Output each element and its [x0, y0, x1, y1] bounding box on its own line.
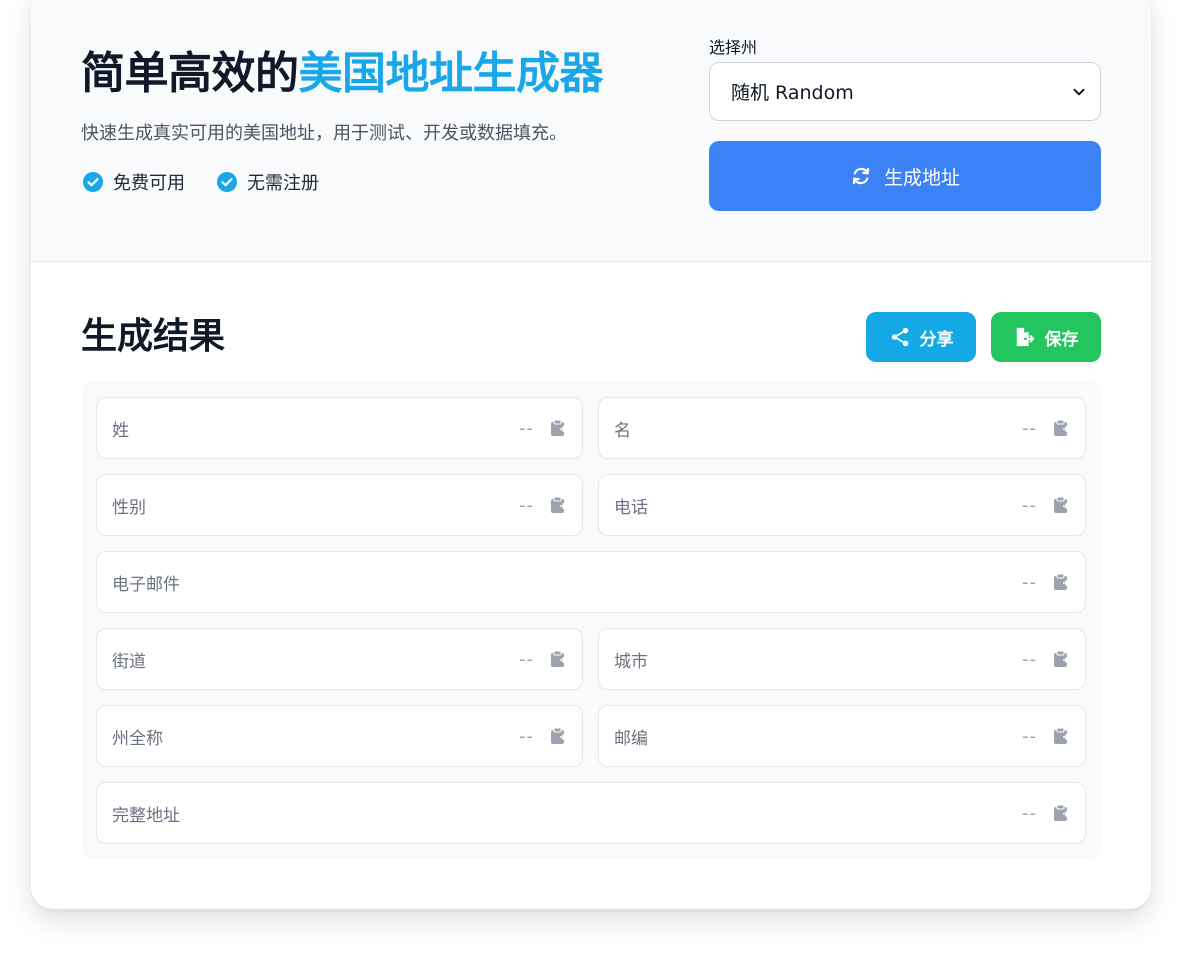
save-label: 保存 [1044, 329, 1079, 350]
generate-address-button[interactable]: 生成地址 [709, 141, 1101, 211]
file-export-icon [1016, 327, 1034, 347]
state-select[interactable]: 随机 Random [709, 62, 1101, 121]
save-button[interactable]: 保存 [991, 312, 1101, 362]
feature-item: 无需注册 [217, 169, 319, 195]
field-label: 完整地址 [112, 805, 180, 826]
copy-icon[interactable] [1053, 419, 1069, 437]
page-title: 简单高效的美国地址生成器 [81, 46, 603, 102]
field-value: -- [1022, 802, 1037, 824]
share-label: 分享 [919, 329, 954, 350]
field-value: -- [519, 494, 534, 516]
state-select-value: 随机 Random [731, 82, 854, 104]
field-value: -- [519, 648, 534, 670]
field-value: -- [1022, 648, 1037, 670]
state-select-label: 选择州 [709, 38, 758, 57]
copy-icon[interactable] [1053, 573, 1069, 591]
field-label: 电子邮件 [112, 574, 180, 595]
check-circle-icon [217, 172, 237, 192]
copy-icon[interactable] [1053, 804, 1069, 822]
copy-icon[interactable] [550, 496, 566, 514]
title-accent: 美国地址生成器 [298, 48, 604, 99]
copy-icon[interactable] [550, 419, 566, 437]
share-icon [891, 327, 908, 347]
share-button[interactable]: 分享 [866, 312, 976, 362]
generate-address-label: 生成地址 [883, 166, 960, 189]
field-value: -- [1022, 417, 1037, 439]
feature-item: 免费可用 [83, 169, 185, 195]
field-label: 性别 [112, 497, 146, 518]
field-label: 名 [614, 420, 631, 441]
feature-label: 无需注册 [247, 173, 319, 194]
generator-card: 简单高效的美国地址生成器 快速生成真实可用的美国地址，用于测试、开发或数据填充。… [31, 0, 1151, 909]
copy-icon[interactable] [550, 650, 566, 668]
field-state-full: 州全称 -- [96, 705, 583, 767]
field-gender: 性别 -- [96, 474, 583, 536]
field-first-name: 名 -- [598, 397, 1086, 459]
field-zip: 邮编 -- [598, 705, 1086, 767]
copy-icon[interactable] [550, 727, 566, 745]
field-label: 邮编 [614, 728, 648, 749]
hero-section: 简单高效的美国地址生成器 快速生成真实可用的美国地址，用于测试、开发或数据填充。… [31, 0, 1151, 262]
copy-icon[interactable] [1053, 496, 1069, 514]
copy-icon[interactable] [1053, 650, 1069, 668]
feature-label: 免费可用 [113, 173, 185, 194]
refresh-icon [852, 167, 870, 185]
feature-list: 免费可用 无需注册 [83, 169, 319, 195]
field-label: 街道 [112, 651, 146, 672]
field-label: 州全称 [112, 728, 163, 749]
title-plain: 简单高效的 [81, 48, 299, 99]
field-full-address: 完整地址 -- [96, 782, 1086, 844]
results-panel: 姓 -- 名 -- 性别 -- 电话 -- 电子邮件 -- 街道 -- 城市 -… [81, 382, 1101, 858]
field-value: -- [519, 725, 534, 747]
field-value: -- [1022, 494, 1037, 516]
field-value: -- [519, 417, 534, 439]
check-circle-icon [83, 172, 103, 192]
field-value: -- [1022, 571, 1037, 593]
field-city: 城市 -- [598, 628, 1086, 690]
field-label: 姓 [112, 420, 129, 441]
field-phone: 电话 -- [598, 474, 1086, 536]
field-label: 城市 [614, 651, 648, 672]
field-street: 街道 -- [96, 628, 583, 690]
copy-icon[interactable] [1053, 727, 1069, 745]
page-subtitle: 快速生成真实可用的美国地址，用于测试、开发或数据填充。 [81, 123, 567, 144]
chevron-down-icon [1073, 88, 1085, 95]
field-email: 电子邮件 -- [96, 551, 1086, 613]
field-value: -- [1022, 725, 1037, 747]
results-title: 生成结果 [81, 316, 226, 357]
field-label: 电话 [614, 497, 648, 518]
field-last-name: 姓 -- [96, 397, 583, 459]
